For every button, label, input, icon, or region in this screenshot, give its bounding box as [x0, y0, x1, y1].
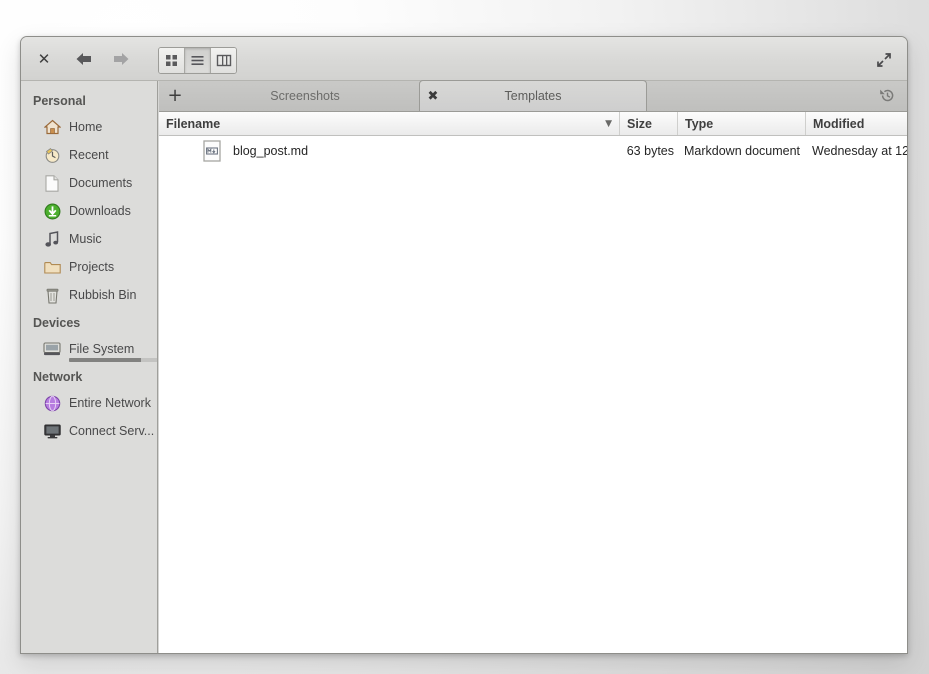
column-header-size[interactable]: Size [620, 112, 678, 135]
sidebar-item-label: Downloads [69, 204, 131, 218]
file-name-label: blog_post.md [233, 144, 309, 158]
sidebar-item-rubbish-bin[interactable]: Rubbish Bin [21, 281, 157, 309]
sidebar-item-label: Music [69, 232, 102, 246]
sidebar-item-entire-network[interactable]: Entire Network [21, 389, 157, 417]
home-icon [43, 118, 61, 136]
monitor-icon [43, 422, 61, 440]
list-icon [191, 56, 204, 65]
document-icon [43, 174, 61, 192]
sidebar-item-downloads[interactable]: Downloads [21, 197, 157, 225]
sidebar-item-label: Projects [69, 260, 115, 274]
column-header-label: Filename [166, 116, 221, 131]
close-icon: ✕ [37, 49, 51, 68]
globe-icon [43, 394, 61, 412]
tab-label: Screenshots [270, 88, 340, 103]
download-icon [43, 202, 61, 220]
tab-label: Templates [504, 89, 562, 103]
column-headers: Filename ▼ Size Type Modified [159, 112, 907, 136]
fullscreen-button[interactable] [871, 47, 897, 73]
view-mode-switcher[interactable] [158, 47, 237, 74]
forward-button[interactable] [106, 45, 136, 73]
sidebar-item-label: Documents [69, 176, 133, 190]
tab-screenshots[interactable]: Screenshots [191, 80, 419, 111]
markdown-document-icon [201, 140, 223, 162]
file-list[interactable]: blog_post.md 63 bytes Markdown document … [159, 136, 907, 653]
hard-drive-icon [43, 340, 61, 358]
music-note-icon [43, 230, 61, 248]
column-header-filename[interactable]: Filename ▼ [159, 112, 620, 135]
sidebar-item-file-system[interactable]: File System [21, 335, 157, 363]
column-header-label: Type [685, 116, 714, 131]
tab-bar: + Screenshots ✖ Templates [159, 80, 907, 112]
sidebar-item-documents[interactable]: Documents [21, 169, 157, 197]
column-header-label: Modified [813, 116, 865, 131]
sidebar-section-devices-title: Devices [33, 316, 81, 330]
main-pane: + Screenshots ✖ Templates Filename ▼ Siz… [159, 80, 907, 653]
table-row[interactable]: blog_post.md 63 bytes Markdown document … [159, 136, 907, 166]
plus-icon: + [167, 85, 183, 106]
trash-icon [43, 286, 61, 304]
grid-icon [166, 55, 177, 66]
sidebar-item-projects[interactable]: Projects [21, 253, 157, 281]
disk-usage-meter [69, 358, 157, 362]
sidebar-item-label: Entire Network [69, 396, 151, 410]
sidebar-item-home[interactable]: Home [21, 113, 157, 141]
view-mode-compact-view[interactable] [211, 48, 236, 73]
column-header-label: Size [627, 116, 653, 131]
arrow-right-icon [114, 53, 129, 65]
history-icon [879, 89, 893, 102]
back-button[interactable] [69, 45, 99, 73]
sidebar-item-label: Recent [69, 148, 109, 162]
sidebar-item-music[interactable]: Music [21, 225, 157, 253]
history-button[interactable] [867, 80, 907, 111]
view-mode-list-view[interactable] [185, 48, 211, 73]
sidebar-item-label: Rubbish Bin [69, 288, 137, 302]
column-header-modified[interactable]: Modified [806, 112, 907, 135]
file-modified-cell: Wednesday at 12:25 [812, 144, 907, 158]
sidebar-item-label: File System [69, 342, 135, 356]
view-mode-icon-view[interactable] [159, 48, 185, 73]
file-manager-window: ✕ Personal Home Recent Documents Downloa… [20, 36, 908, 654]
new-tab-button[interactable]: + [159, 80, 191, 111]
sidebar-item-label: Home [69, 120, 103, 134]
sidebar-item-label: Connect Serv... [69, 424, 155, 438]
tab-bar-filler [647, 80, 867, 111]
column-header-type[interactable]: Type [678, 112, 806, 135]
sidebar-item-connect-server[interactable]: Connect Serv... [21, 417, 157, 445]
expand-arrows-icon [877, 53, 891, 67]
recent-clock-icon [43, 146, 61, 164]
folder-icon [43, 258, 61, 276]
sidebar-section-personal-title: Personal [33, 94, 86, 108]
tab-templates[interactable]: ✖ Templates [419, 80, 647, 111]
file-size-cell: 63 bytes [626, 144, 674, 158]
sidebar-item-recent[interactable]: Recent [21, 141, 157, 169]
file-type-cell: Markdown document [684, 144, 801, 158]
close-window-button[interactable]: ✕ [29, 45, 59, 73]
toolbar: ✕ [21, 37, 907, 108]
sidebar-section-network-title: Network [33, 370, 83, 384]
close-tab-icon[interactable]: ✖ [420, 89, 446, 104]
arrow-left-icon [76, 53, 91, 65]
sort-descending-icon: ▼ [605, 118, 612, 129]
columns-icon [216, 54, 231, 67]
file-name-cell: blog_post.md [159, 140, 620, 162]
sidebar: Personal Home Recent Documents Downloads… [21, 81, 158, 653]
